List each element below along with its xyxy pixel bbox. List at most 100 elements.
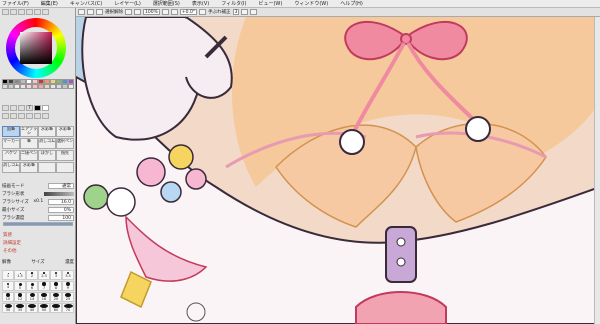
rotate-right-icon[interactable] <box>170 9 178 15</box>
line-icon[interactable] <box>250 9 258 15</box>
hsv-slider-icon[interactable] <box>18 9 25 15</box>
texture-section-toggle[interactable]: 質感 <box>3 232 12 238</box>
zoom-in-icon[interactable] <box>134 9 141 15</box>
canvas-area[interactable] <box>76 17 600 324</box>
tool-brush[interactable]: 水彩筆 <box>38 126 56 137</box>
menu-view[interactable]: 表示(V) <box>192 0 209 7</box>
transparent-color-icon[interactable] <box>42 113 49 119</box>
brush-size-preset[interactable]: 2 <box>26 270 38 280</box>
stabilizer-field[interactable]: 3 <box>232 9 240 15</box>
menu-selection[interactable]: 選択範囲(S) <box>153 0 180 7</box>
brush-size-preset[interactable]: 8 <box>50 281 62 291</box>
zoom-out-icon[interactable] <box>125 9 132 15</box>
min-size-value[interactable]: 0% <box>48 206 74 213</box>
swatch[interactable] <box>68 84 74 89</box>
main-color-icon[interactable] <box>34 105 41 111</box>
brush-size-preset[interactable]: 30 <box>2 303 14 313</box>
tool-bucket[interactable]: バケツ <box>2 150 20 161</box>
brush-size-preset[interactable]: 20 <box>50 292 62 302</box>
tool-pencil[interactable]: 鉛筆 <box>2 126 20 137</box>
brush-size-preset[interactable]: 9 <box>62 281 74 291</box>
menu-edit[interactable]: 編集(E) <box>41 0 58 7</box>
tool-marker[interactable]: マーカー <box>2 138 20 149</box>
move-icon[interactable] <box>2 113 9 119</box>
tool-smudge[interactable]: 指先 <box>56 150 74 161</box>
tool-options-row: T <box>1 104 75 120</box>
tool-airbrush[interactable]: エアブラシ <box>20 126 38 137</box>
brush-size-preset[interactable]: 1 <box>2 270 14 280</box>
select-rect-icon[interactable] <box>2 105 9 111</box>
tool-pen[interactable]: 筆 <box>20 138 38 149</box>
tool-empty-1[interactable] <box>38 162 56 173</box>
brush-size-preset[interactable]: 2.3 <box>38 270 50 280</box>
brush-size-preset[interactable]: 4 <box>2 281 14 291</box>
brush-size-preset[interactable]: 3 <box>50 270 62 280</box>
brush-size-preset[interactable]: 25 <box>62 292 74 302</box>
brush-size-preset[interactable]: 14 <box>26 292 38 302</box>
deselect-icon[interactable] <box>78 9 85 15</box>
palette-icon[interactable] <box>26 9 33 15</box>
brush-size-preset[interactable]: 3.5 <box>62 270 74 280</box>
brush-size-preset[interactable]: 6 <box>26 281 38 291</box>
brush-size-preset[interactable]: 60 <box>50 303 62 313</box>
menu-viewport[interactable]: ビュー(W) <box>258 0 282 7</box>
rotate-left-icon[interactable] <box>161 9 169 15</box>
menu-layer[interactable]: レイヤー(L) <box>114 0 141 7</box>
menu-help[interactable]: ヘルプ(H) <box>340 0 363 7</box>
brush-size-preset[interactable]: 10 <box>2 292 14 302</box>
menu-filter[interactable]: フィルタ(I) <box>221 0 246 7</box>
min-size-row: 最小サイズ 0% <box>1 206 75 213</box>
tool-grid: 鉛筆 エアブラシ 水彩筆 水彩筆 マーカー 筆 消しゴム 選択ペン バケツ 二値… <box>2 126 74 173</box>
angle-field[interactable]: +0.0° <box>179 9 198 15</box>
brush-size-preset[interactable]: 70 <box>62 303 74 313</box>
other-section-toggle[interactable]: その他 <box>3 248 17 254</box>
hand-icon[interactable] <box>26 113 33 119</box>
swatch-icon[interactable] <box>34 9 41 15</box>
brush-size-preset[interactable]: 5 <box>14 281 26 291</box>
rgb-slider-icon[interactable] <box>10 9 17 15</box>
vertical-scrollbar[interactable] <box>594 17 600 324</box>
brush-size-preset[interactable]: 50 <box>38 303 50 313</box>
zoom-field[interactable]: 100% <box>143 9 160 15</box>
density-slider[interactable] <box>3 222 73 226</box>
tool-binary-pen[interactable]: 二値ペン <box>20 150 38 161</box>
brush-size-preset[interactable]: 16 <box>38 292 50 302</box>
flip-horizontal-icon[interactable] <box>199 9 207 15</box>
tool-watercolor-2[interactable]: 水彩筆 <box>20 162 38 173</box>
show-selection-icon[interactable] <box>96 9 103 15</box>
eyedropper-icon[interactable] <box>34 113 41 119</box>
tool-select-pen[interactable]: 選択ペン <box>56 138 74 149</box>
color-wheel-icon[interactable] <box>2 9 9 15</box>
rotate-icon[interactable] <box>18 113 25 119</box>
tool-empty-2[interactable] <box>56 162 74 173</box>
menu-file[interactable]: ファイル(F) <box>2 0 29 7</box>
pen-icon[interactable] <box>241 9 249 15</box>
zoom-icon[interactable] <box>10 113 17 119</box>
color-wheel[interactable] <box>6 18 66 78</box>
menu-window[interactable]: ウィンドウ(W) <box>294 0 328 7</box>
magic-wand-icon[interactable] <box>18 105 25 111</box>
sub-color-icon[interactable] <box>42 105 49 111</box>
tool-eraser[interactable]: 消しゴム <box>38 138 56 149</box>
brush-size-value[interactable]: 16.0 <box>47 198 74 205</box>
lasso-icon[interactable] <box>10 105 17 111</box>
brush-size-multiplier[interactable]: x0.1 <box>33 199 43 204</box>
brush-size-preset[interactable]: 7 <box>38 281 50 291</box>
brush-size-preset[interactable]: 35 <box>14 303 26 313</box>
brush-size-preset[interactable]: 1.5 <box>14 270 26 280</box>
tool-watercolor[interactable]: 水彩筆 <box>56 126 74 137</box>
menu-canvas[interactable]: キャンバス(C) <box>70 0 102 7</box>
density-value[interactable]: 100 <box>48 214 74 221</box>
saturation-value-square[interactable] <box>20 32 52 64</box>
brush-shape-icon[interactable] <box>44 191 74 196</box>
tool-eraser-2[interactable]: 消しゴム <box>2 162 20 173</box>
tool-blur[interactable]: ぼかし <box>38 150 56 161</box>
blend-mode-select[interactable]: 通常 <box>48 182 74 189</box>
detail-section-toggle[interactable]: 詳細設定 <box>3 240 21 246</box>
select-release-label[interactable]: 選択解除 <box>105 9 123 15</box>
brush-size-preset[interactable]: 12 <box>14 292 26 302</box>
scratchpad-icon[interactable] <box>42 9 49 15</box>
invert-selection-icon[interactable] <box>87 9 94 15</box>
brush-size-preset[interactable]: 40 <box>26 303 38 313</box>
text-icon[interactable]: T <box>26 105 33 111</box>
